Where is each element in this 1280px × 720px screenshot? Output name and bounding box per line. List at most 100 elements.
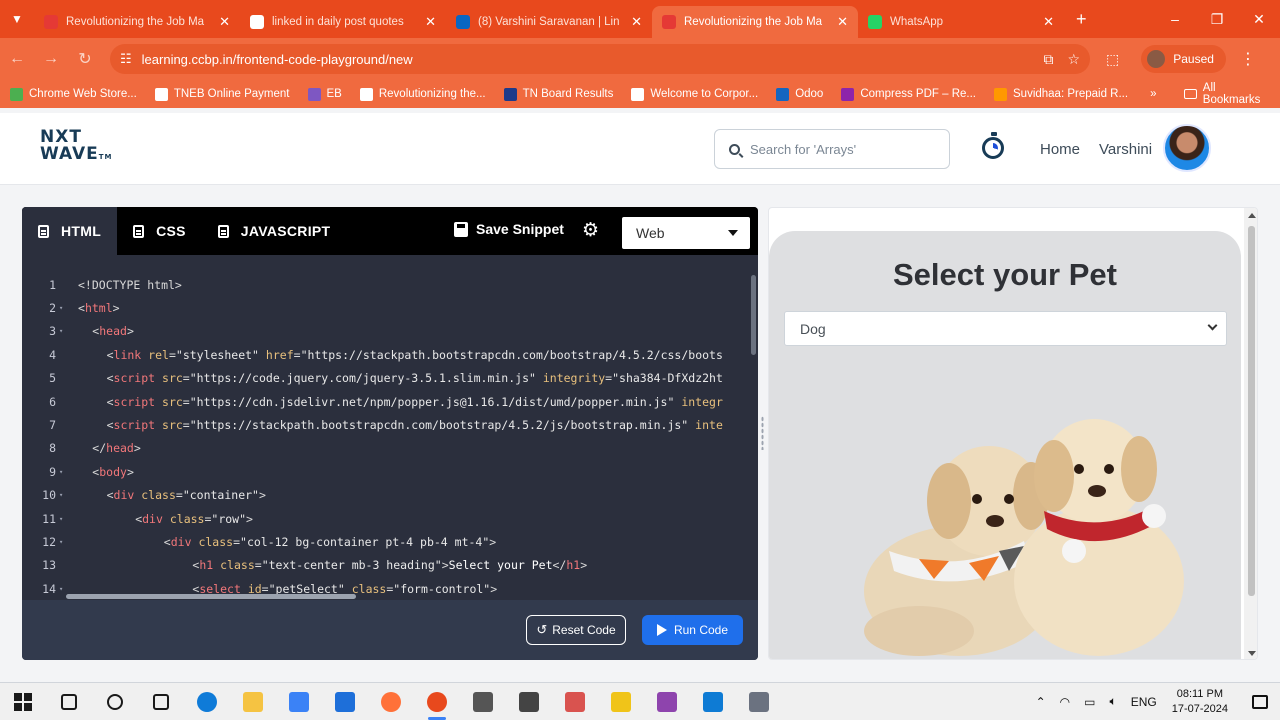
browser-tab-2[interactable]: linked in daily post quotes ✕	[240, 6, 446, 38]
bookmark-star-icon[interactable]: ☆	[1067, 51, 1080, 68]
browser-tab-1[interactable]: Revolutionizing the Job Ma ✕	[34, 6, 240, 38]
scroll-up-arrow-icon[interactable]	[1248, 213, 1256, 218]
user-avatar[interactable]	[1163, 124, 1211, 172]
site-settings-icon[interactable]: ☷	[120, 51, 132, 67]
volume-icon[interactable]: 🔈︎	[1110, 694, 1117, 709]
close-window-icon[interactable]: ✕	[1238, 11, 1280, 28]
all-bookmarks-button[interactable]: All Bookmarks	[1184, 82, 1266, 106]
tab-javascript[interactable]: JAVASCRIPT	[202, 207, 347, 255]
language-indicator[interactable]: ENG	[1131, 695, 1157, 709]
taskbar-search-icon[interactable]	[46, 683, 92, 720]
fold-arrow-icon[interactable]: ▾	[56, 468, 70, 476]
code-horizontal-scrollbar[interactable]	[66, 594, 356, 599]
bookmark-item[interactable]: Chrome Web Store...	[10, 87, 137, 101]
browser-tab-3[interactable]: (8) Varshini Saravanan | Lin ✕	[446, 6, 652, 38]
taskbar-store-icon[interactable]	[276, 683, 322, 720]
address-bar[interactable]: ☷ learning.ccbp.in/frontend-code-playgro…	[110, 44, 1090, 74]
browser-tab-5[interactable]: WhatsApp ✕	[858, 6, 1064, 38]
preview-scroll-thumb[interactable]	[1248, 226, 1255, 596]
code-line[interactable]: 12 ▾ <div class="col-12 bg-container pt-4 …	[22, 530, 758, 553]
search-input[interactable]: Search for 'Arrays'	[714, 129, 950, 169]
code-vertical-scrollbar[interactable]	[751, 275, 756, 355]
notification-center-icon[interactable]	[1240, 694, 1280, 709]
tab-close-icon[interactable]: ✕	[837, 14, 848, 30]
bookmark-item[interactable]: TN Board Results	[503, 87, 613, 101]
gear-icon[interactable]: ⚙	[582, 221, 599, 240]
bookmark-item[interactable]: Odoo	[776, 87, 823, 101]
scroll-down-arrow-icon[interactable]	[1248, 651, 1256, 656]
code-line[interactable]: 2 ▾ <html>	[22, 296, 758, 319]
minimize-icon[interactable]: –	[1154, 11, 1196, 28]
run-code-button[interactable]: Run Code	[642, 615, 743, 645]
bookmark-item[interactable]: Welcome to Corpor...	[631, 87, 758, 101]
taskbar-cortana-icon[interactable]	[92, 683, 138, 720]
code-line[interactable]: 8 </head>	[22, 437, 758, 460]
tab-html[interactable]: HTML	[22, 207, 118, 255]
wifi-icon[interactable]: ◠	[1060, 695, 1070, 709]
battery-icon[interactable]: ▭	[1084, 695, 1095, 709]
tray-chevron-up-icon[interactable]: ⌃	[1036, 695, 1046, 709]
forward-arrow-icon[interactable]: →	[34, 50, 68, 68]
taskbar-mail-icon[interactable]	[322, 683, 368, 720]
bookmark-item[interactable]: TNEB Online Payment	[154, 87, 290, 101]
user-name[interactable]: Varshini	[1099, 141, 1152, 158]
bookmark-item[interactable]: Suvidhaa: Prepaid R...	[994, 87, 1128, 101]
fold-arrow-icon[interactable]: ▾	[56, 515, 70, 523]
tab-close-icon[interactable]: ✕	[219, 14, 230, 30]
tab-close-icon[interactable]: ✕	[425, 14, 436, 30]
back-arrow-icon[interactable]: ←	[0, 50, 34, 68]
taskbar-task-view-icon[interactable]	[138, 683, 184, 720]
code-line[interactable]: 9 ▾ <body>	[22, 460, 758, 483]
bookmarks-overflow-icon[interactable]: »	[1150, 88, 1156, 100]
browser-tab-4[interactable]: Revolutionizing the Job Ma ✕	[652, 6, 858, 38]
taskbar-app-mw-icon[interactable]	[506, 683, 552, 720]
taskbar-edge-icon[interactable]	[184, 683, 230, 720]
start-button[interactable]	[0, 683, 46, 720]
code-line[interactable]: 6 <script src="https://cdn.jsdelivr.net/n…	[22, 390, 758, 413]
save-snippet-button[interactable]: Save Snippet	[454, 221, 564, 237]
tab-search-chevron-icon[interactable]: ▼	[0, 0, 34, 38]
code-line[interactable]: 11 ▾ <div class="row">	[22, 507, 758, 530]
tab-close-icon[interactable]: ✕	[631, 14, 642, 30]
stopwatch-icon[interactable]	[982, 132, 1004, 159]
bookmark-item[interactable]: EB	[307, 87, 342, 101]
panel-resize-handle[interactable]	[761, 416, 764, 450]
fold-arrow-icon[interactable]: ▾	[56, 538, 70, 546]
mode-select[interactable]: Web	[622, 217, 750, 249]
preview-scrollbar[interactable]	[1244, 208, 1257, 659]
nxtwave-logo[interactable]: NXT WAVETM	[40, 129, 113, 166]
fold-arrow-icon[interactable]: ▾	[56, 491, 70, 499]
code-line[interactable]: 5 <script src="https://code.jquery.com/jq…	[22, 367, 758, 390]
reset-code-button[interactable]: ↺ Reset Code	[526, 615, 626, 645]
taskbar-app-sketch-icon[interactable]	[736, 683, 782, 720]
reload-icon[interactable]: ↻	[68, 49, 102, 69]
maximize-icon[interactable]: ❐	[1196, 11, 1238, 28]
code-line[interactable]: 1 <!DOCTYPE html>	[22, 273, 758, 296]
pet-select[interactable]: Dog	[784, 311, 1227, 346]
taskbar-vscode-icon[interactable]	[690, 683, 736, 720]
tab-css[interactable]: CSS	[117, 207, 202, 255]
bookmark-item[interactable]: Revolutionizing the...	[359, 87, 486, 101]
nav-home-link[interactable]: Home	[1040, 141, 1080, 158]
taskbar-firefox-icon[interactable]	[368, 683, 414, 720]
install-app-icon[interactable]: ⧉	[1043, 51, 1053, 68]
browser-menu-icon[interactable]: ⋮	[1240, 49, 1256, 69]
taskbar-file-explorer-icon[interactable]	[230, 683, 276, 720]
new-tab-plus-icon[interactable]: +	[1076, 9, 1087, 30]
taskbar-chrome-icon[interactable]	[414, 683, 460, 720]
fold-arrow-icon[interactable]: ▾	[56, 585, 70, 593]
profile-button[interactable]: Paused	[1141, 45, 1226, 73]
code-line[interactable]: 7 <script src="https://stackpath.bootstra…	[22, 413, 758, 436]
taskbar-visual-studio-icon[interactable]	[644, 683, 690, 720]
taskbar-app-generic-icon[interactable]	[460, 683, 506, 720]
code-area[interactable]: 1 <!DOCTYPE html> 2 ▾ <html> 3 ▾ <head> 4 <link r…	[22, 255, 758, 600]
code-line[interactable]: 3 ▾ <head>	[22, 320, 758, 343]
taskbar-app-paint-icon[interactable]	[552, 683, 598, 720]
bookmark-item[interactable]: Compress PDF – Re...	[841, 87, 976, 101]
tab-close-icon[interactable]: ✕	[1043, 14, 1054, 30]
taskbar-clock[interactable]: 08:11 PM 17-07-2024	[1172, 687, 1228, 717]
fold-arrow-icon[interactable]: ▾	[56, 327, 70, 335]
taskbar-app-yellow-icon[interactable]	[598, 683, 644, 720]
code-line[interactable]: 13 <h1 class="text-center mb-3 heading">S…	[22, 554, 758, 577]
code-line[interactable]: 4 <link rel="stylesheet" href="https://st…	[22, 343, 758, 366]
